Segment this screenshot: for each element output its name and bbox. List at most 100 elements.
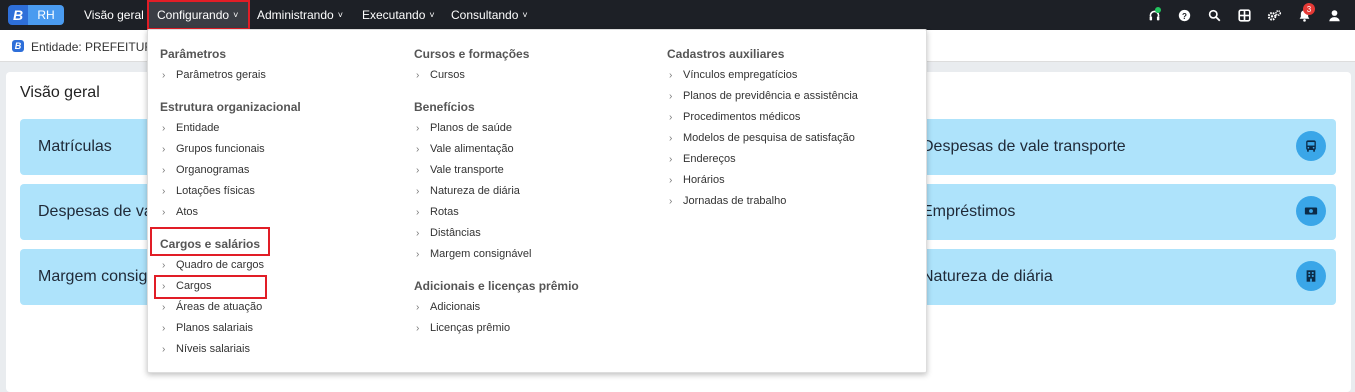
menu-item-vale-alimentacao[interactable]: › Vale alimentação — [416, 143, 514, 155]
menu-item-margem-consignavel[interactable]: › Margem consignável — [416, 248, 532, 260]
chevron-down-icon: ˅ — [233, 10, 239, 20]
menu-item-label: Vale alimentação — [430, 143, 514, 155]
menu-item-niveis-salariais[interactable]: › Níveis salariais — [162, 343, 250, 355]
nav-configurando[interactable]: Configurando ˅ — [147, 0, 250, 30]
menu-item-adicionais[interactable]: › Adicionais — [416, 301, 480, 313]
highlight-box-cargos-e-salarios — [150, 227, 270, 256]
chevron-right-icon: › — [669, 175, 673, 186]
chevron-down-icon: ˅ — [429, 10, 435, 20]
menu-item-label: Níveis salariais — [176, 343, 250, 355]
nav-label: Configurando — [157, 8, 230, 22]
menu-item-jornadas-de-trabalho[interactable]: › Jornadas de trabalho — [669, 195, 786, 207]
bus-icon — [1296, 131, 1326, 161]
chevron-right-icon: › — [416, 207, 420, 218]
menu-item-quadro-de-cargos[interactable]: › Quadro de cargos — [162, 259, 264, 271]
menu-item-procedimentos-medicos[interactable]: › Procedimentos médicos — [669, 111, 800, 123]
top-navbar: B RH Visão geral Configurando ˅ Administr… — [0, 0, 1355, 30]
nav-consultando[interactable]: Consultando ˅ — [451, 0, 528, 30]
menu-item-vinculos-empregaticios[interactable]: › Vínculos empregatícios — [669, 69, 797, 81]
configurando-dropdown: Parâmetros › Parâmetros gerais Estrutura … — [147, 29, 927, 373]
menu-item-parametros-gerais[interactable]: › Parâmetros gerais — [162, 69, 266, 81]
menu-item-atos[interactable]: › Atos — [162, 206, 198, 218]
menu-item-label: Planos de saúde — [430, 122, 512, 134]
menu-item-modelos-de-pesquisa[interactable]: › Modelos de pesquisa de satisfação — [669, 132, 855, 144]
menu-item-enderecos[interactable]: › Endereços — [669, 153, 736, 165]
chevron-right-icon: › — [669, 112, 673, 123]
chevron-right-icon: › — [416, 123, 420, 134]
section-cadastros-auxiliares: Cadastros auxiliares — [667, 47, 785, 61]
chevron-down-icon: ˅ — [522, 10, 528, 20]
nav-visao-geral[interactable]: Visão geral — [84, 0, 144, 30]
search-icon[interactable] — [1199, 0, 1229, 30]
menu-item-natureza-de-diaria[interactable]: › Natureza de diária — [416, 185, 520, 197]
menu-item-vale-transporte[interactable]: › Vale transporte — [416, 164, 504, 176]
settings-icon[interactable] — [1259, 0, 1289, 30]
chevron-right-icon: › — [416, 144, 420, 155]
entity-logo-icon: B — [12, 40, 24, 52]
card-despesas-vale-transporte[interactable]: Despesas de vale transporte — [906, 119, 1336, 175]
headset-icon[interactable] — [1139, 0, 1169, 30]
card-natureza-diaria[interactable]: Natureza de diária — [906, 249, 1336, 305]
notification-badge: 3 — [1303, 3, 1315, 15]
card-label: Natureza de diária — [922, 268, 1053, 285]
menu-item-organogramas[interactable]: › Organogramas — [162, 164, 249, 176]
card-label: Margem consig — [38, 268, 148, 285]
menu-item-label: Grupos funcionais — [176, 143, 265, 155]
menu-item-label: Margem consignável — [430, 248, 532, 260]
menu-item-label: Horários — [683, 174, 725, 186]
money-icon — [1296, 196, 1326, 226]
menu-item-label: Natureza de diária — [430, 185, 520, 197]
chevron-right-icon: › — [669, 133, 673, 144]
menu-item-label: Parâmetros gerais — [176, 69, 266, 81]
menu-item-label: Endereços — [683, 153, 736, 165]
menu-item-distancias[interactable]: › Distâncias — [416, 227, 481, 239]
svg-text:?: ? — [1182, 11, 1187, 20]
menu-item-label: Áreas de atuação — [176, 301, 263, 313]
chevron-right-icon: › — [162, 70, 166, 81]
chevron-right-icon: › — [162, 186, 166, 197]
chevron-right-icon: › — [162, 165, 166, 176]
menu-item-planos-de-saude[interactable]: › Planos de saúde — [416, 122, 512, 134]
card-label: Despesas de vale transporte — [922, 138, 1126, 155]
online-dot — [1155, 7, 1161, 13]
chevron-right-icon: › — [416, 302, 420, 313]
nav-label: Administrando — [257, 8, 334, 22]
card-label: Matrículas — [38, 138, 112, 155]
menu-item-cursos[interactable]: › Cursos — [416, 69, 465, 81]
card-emprestimos[interactable]: Empréstimos — [906, 184, 1336, 240]
chevron-right-icon: › — [162, 344, 166, 355]
menu-item-label: Quadro de cargos — [176, 259, 265, 271]
menu-item-label: Adicionais — [430, 301, 481, 313]
chevron-right-icon: › — [416, 323, 420, 334]
menu-item-planos-de-previdencia[interactable]: › Planos de previdência e assistência — [669, 90, 858, 102]
app-logo[interactable]: B RH — [8, 5, 64, 25]
menu-item-licencas-premio[interactable]: › Licenças prêmio — [416, 322, 510, 334]
menu-item-planos-salariais[interactable]: › Planos salariais — [162, 322, 253, 334]
bell-icon[interactable]: 3 — [1289, 0, 1319, 30]
menu-item-label: Planos de previdência e assistência — [683, 90, 858, 102]
user-icon[interactable] — [1319, 0, 1349, 30]
chevron-right-icon: › — [162, 123, 166, 134]
apps-icon[interactable] — [1229, 0, 1259, 30]
menu-item-entidade[interactable]: › Entidade — [162, 122, 219, 134]
menu-item-label: Jornadas de trabalho — [683, 195, 787, 207]
nav-executando[interactable]: Executando ˅ — [362, 0, 435, 30]
menu-item-horarios[interactable]: › Horários — [669, 174, 725, 186]
logo-rh-label: RH — [28, 5, 64, 25]
menu-item-label: Cursos — [430, 69, 465, 81]
card-label: Despesas de val — [38, 203, 157, 220]
chevron-right-icon: › — [416, 249, 420, 260]
menu-item-label: Organogramas — [176, 164, 250, 176]
menu-item-lotacoes-fisicas[interactable]: › Lotações físicas — [162, 185, 255, 197]
menu-item-rotas[interactable]: › Rotas — [416, 206, 459, 218]
section-cursos-e-formacoes: Cursos e formações — [414, 47, 530, 61]
menu-item-grupos-funcionais[interactable]: › Grupos funcionais — [162, 143, 265, 155]
help-icon[interactable]: ? — [1169, 0, 1199, 30]
chevron-right-icon: › — [416, 165, 420, 176]
nav-administrando[interactable]: Administrando ˅ — [257, 0, 343, 30]
menu-item-label: Procedimentos médicos — [683, 111, 801, 123]
menu-item-label: Atos — [176, 206, 199, 218]
building-icon — [1296, 261, 1326, 291]
chevron-right-icon: › — [162, 323, 166, 334]
menu-item-areas-de-atuacao[interactable]: › Áreas de atuação — [162, 301, 262, 313]
